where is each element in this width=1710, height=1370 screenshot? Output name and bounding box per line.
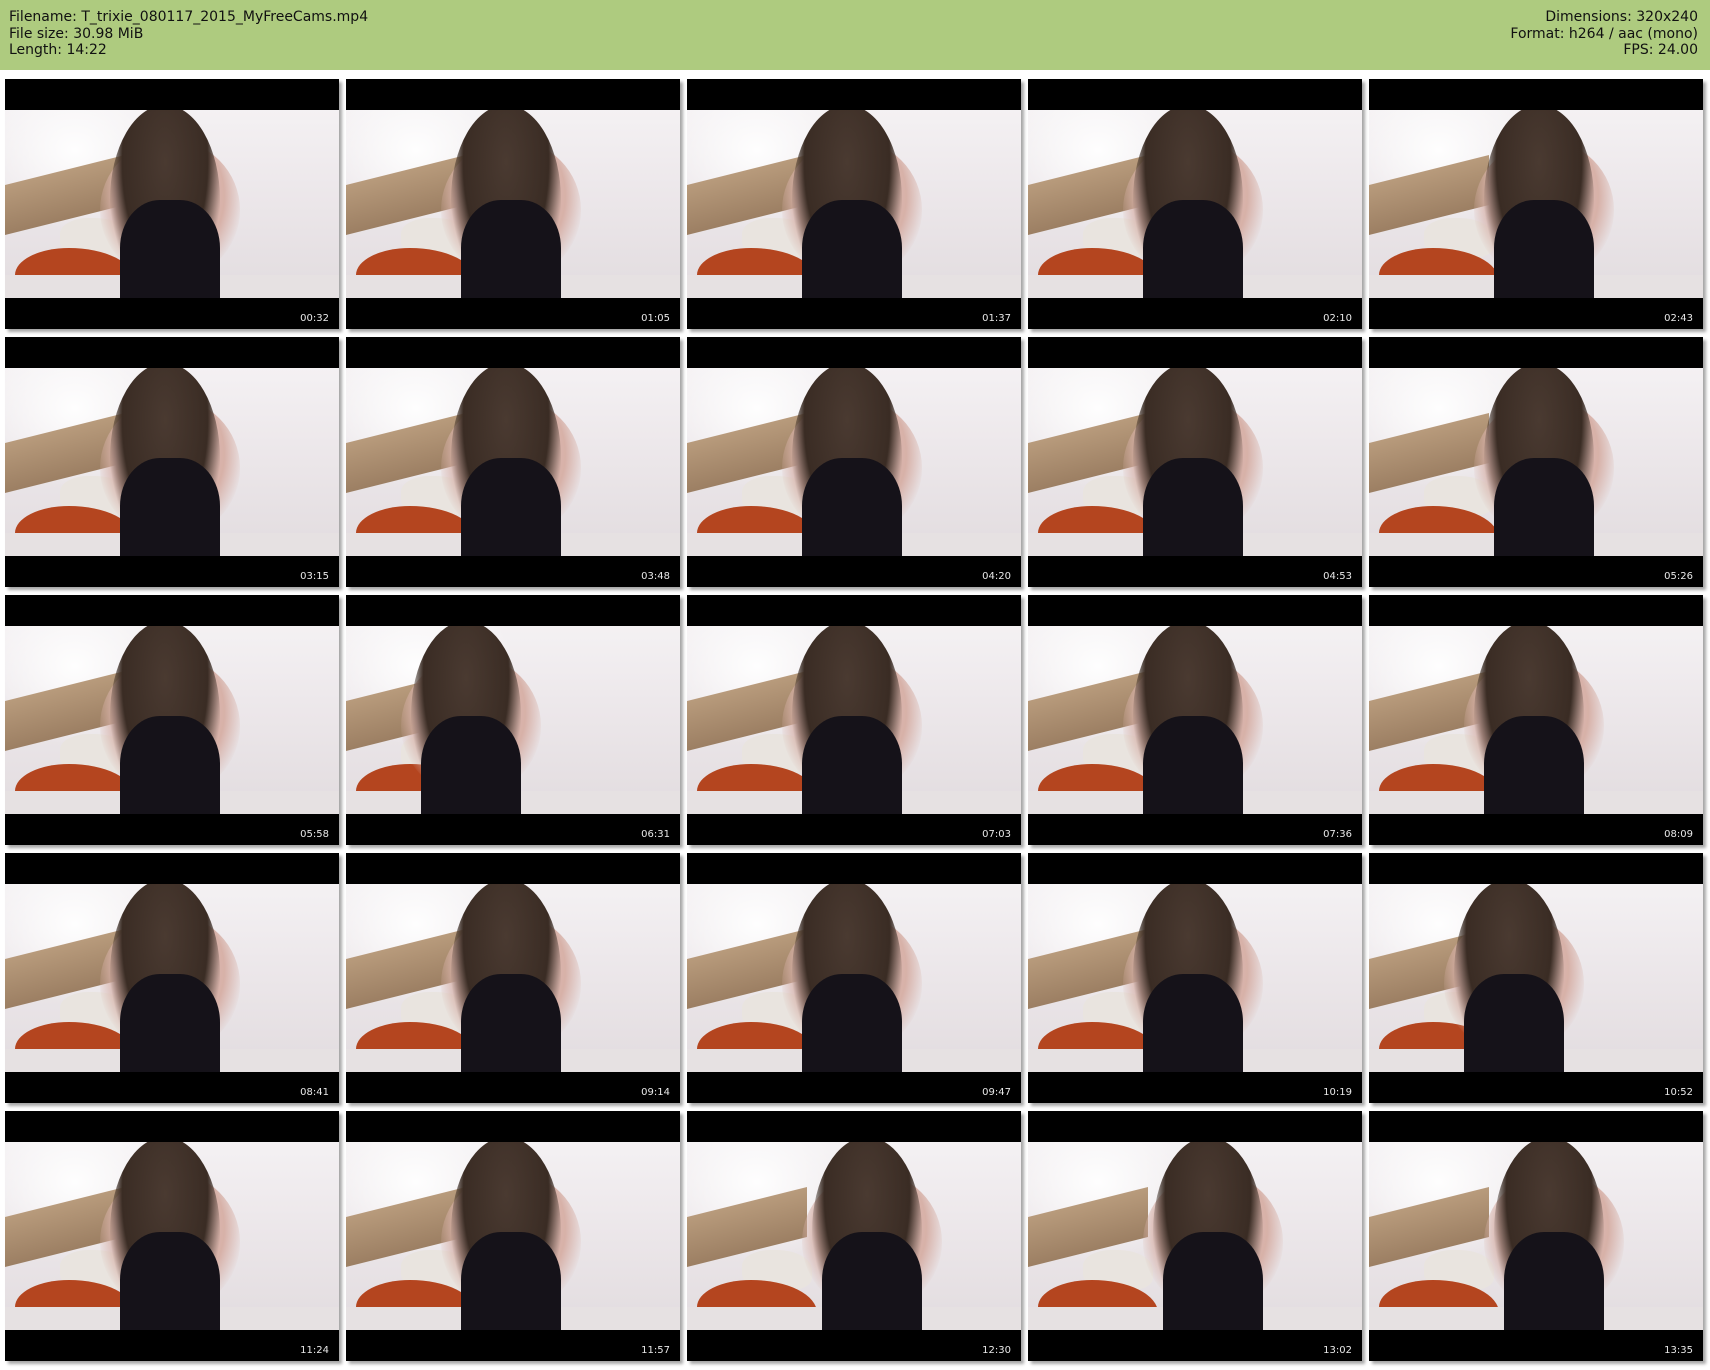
thumbnail-frame-image <box>5 368 339 556</box>
thumbnail-timestamp: 09:47 <box>982 1087 1011 1098</box>
filesize-label: File size: <box>9 25 69 42</box>
thumbnail-frame-image <box>1028 1142 1362 1330</box>
thumbnail-frame-image <box>687 626 1021 814</box>
video-thumbnail[interactable]: 02:10 <box>1028 79 1362 329</box>
thumbnail-timestamp: 09:14 <box>641 1087 670 1098</box>
thumbnail-grid: 00:32 01:05 01:37 02:10 02:43 03:15 03:48 04:20… <box>5 79 1703 1361</box>
info-header: Filename: T_trixie_080117_2015_MyFreeCam… <box>0 0 1710 70</box>
header-right-info: Dimensions: 320x240 Format: h264 / aac (… <box>1510 9 1698 59</box>
fps-row: FPS: 24.00 <box>1510 42 1698 59</box>
thumbnail-frame-image <box>687 368 1021 556</box>
thumbnail-timestamp: 03:15 <box>300 571 329 582</box>
video-thumbnail[interactable]: 00:32 <box>5 79 339 329</box>
thumbnail-timestamp: 00:32 <box>300 313 329 324</box>
video-thumbnail[interactable]: 09:47 <box>687 853 1021 1103</box>
video-thumbnail[interactable]: 01:37 <box>687 79 1021 329</box>
thumbnail-frame-image <box>346 368 680 556</box>
length-value: 14:22 <box>66 42 107 58</box>
thumbnail-timestamp: 06:31 <box>641 829 670 840</box>
thumbnail-timestamp: 05:26 <box>1664 571 1693 582</box>
video-thumbnail[interactable]: 08:09 <box>1369 595 1703 845</box>
filename-value: T_trixie_080117_2015_MyFreeCams.mp4 <box>81 9 369 25</box>
format-label: Format: <box>1510 25 1565 42</box>
thumbnail-timestamp: 13:35 <box>1664 1345 1693 1356</box>
length-row: Length: 14:22 <box>9 42 368 59</box>
thumbnail-frame-image <box>687 110 1021 298</box>
video-thumbnail[interactable]: 08:41 <box>5 853 339 1103</box>
length-label: Length: <box>9 42 63 58</box>
video-thumbnail[interactable]: 12:30 <box>687 1111 1021 1361</box>
video-thumbnail[interactable]: 09:14 <box>346 853 680 1103</box>
video-thumbnail[interactable]: 03:48 <box>346 337 680 587</box>
filesize-value: 30.98 MiB <box>73 25 144 42</box>
thumbnail-frame-image <box>1028 626 1362 814</box>
video-thumbnail[interactable]: 13:02 <box>1028 1111 1362 1361</box>
video-thumbnail[interactable]: 10:52 <box>1369 853 1703 1103</box>
thumbnail-timestamp: 02:43 <box>1664 313 1693 324</box>
thumbnail-frame-image <box>1369 1142 1703 1330</box>
thumbnail-frame-image <box>687 884 1021 1072</box>
fps-label: FPS: <box>1623 42 1654 58</box>
thumbnail-frame-image <box>1028 110 1362 298</box>
dimensions-value: 320x240 <box>1636 9 1698 25</box>
video-thumbnail[interactable]: 13:35 <box>1369 1111 1703 1361</box>
thumbnail-frame-image <box>5 626 339 814</box>
thumbnail-frame-image <box>5 110 339 298</box>
thumbnail-frame-image <box>1369 368 1703 556</box>
video-thumbnail[interactable]: 05:26 <box>1369 337 1703 587</box>
thumbnail-timestamp: 04:20 <box>982 571 1011 582</box>
thumbnail-timestamp: 11:24 <box>300 1345 329 1356</box>
thumbnail-frame-image <box>346 1142 680 1330</box>
thumbnail-frame-image <box>5 1142 339 1330</box>
filesize-row: File size: 30.98 MiB <box>9 26 368 43</box>
thumbnail-timestamp: 12:30 <box>982 1345 1011 1356</box>
thumbnail-frame-image <box>1369 110 1703 298</box>
video-thumbnail[interactable]: 04:20 <box>687 337 1021 587</box>
thumbnail-frame-image <box>5 884 339 1072</box>
thumbnail-timestamp: 08:41 <box>300 1087 329 1098</box>
thumbnail-timestamp: 07:36 <box>1323 829 1352 840</box>
fps-value: 24.00 <box>1657 42 1698 58</box>
dimensions-label: Dimensions: <box>1545 9 1632 25</box>
video-thumbnail[interactable]: 10:19 <box>1028 853 1362 1103</box>
video-thumbnail[interactable]: 11:24 <box>5 1111 339 1361</box>
thumbnail-timestamp: 08:09 <box>1664 829 1693 840</box>
video-thumbnail[interactable]: 01:05 <box>346 79 680 329</box>
thumbnail-frame-image <box>1369 884 1703 1072</box>
thumbnail-timestamp: 11:57 <box>641 1345 670 1356</box>
thumbnail-frame-image <box>1028 884 1362 1072</box>
thumbnail-frame-image <box>346 110 680 298</box>
thumbnail-timestamp: 04:53 <box>1323 571 1352 582</box>
header-left-info: Filename: T_trixie_080117_2015_MyFreeCam… <box>9 9 368 59</box>
video-thumbnail[interactable]: 07:03 <box>687 595 1021 845</box>
thumbnail-timestamp: 01:05 <box>641 313 670 324</box>
thumbnail-timestamp: 05:58 <box>300 829 329 840</box>
filename-row: Filename: T_trixie_080117_2015_MyFreeCam… <box>9 9 368 26</box>
video-thumbnail[interactable]: 02:43 <box>1369 79 1703 329</box>
thumbnail-frame-image <box>1028 368 1362 556</box>
format-value: h264 / aac (mono) <box>1568 25 1698 42</box>
thumbnail-frame-image <box>687 1142 1021 1330</box>
thumbnail-timestamp: 02:10 <box>1323 313 1352 324</box>
thumbnail-timestamp: 03:48 <box>641 571 670 582</box>
thumbnail-frame-image <box>1369 626 1703 814</box>
video-thumbnail[interactable]: 03:15 <box>5 337 339 587</box>
video-thumbnail[interactable]: 06:31 <box>346 595 680 845</box>
thumbnail-timestamp: 10:19 <box>1323 1087 1352 1098</box>
thumbnail-timestamp: 10:52 <box>1664 1087 1693 1098</box>
filename-label: Filename: <box>9 9 77 25</box>
thumbnail-timestamp: 13:02 <box>1323 1345 1352 1356</box>
thumbnail-frame-image <box>346 626 680 814</box>
video-thumbnail[interactable]: 11:57 <box>346 1111 680 1361</box>
format-row: Format: h264 / aac (mono) <box>1510 26 1698 43</box>
dimensions-row: Dimensions: 320x240 <box>1510 9 1698 26</box>
video-thumbnail[interactable]: 05:58 <box>5 595 339 845</box>
video-thumbnail[interactable]: 04:53 <box>1028 337 1362 587</box>
thumbnail-timestamp: 07:03 <box>982 829 1011 840</box>
video-thumbnail[interactable]: 07:36 <box>1028 595 1362 845</box>
thumbnail-timestamp: 01:37 <box>982 313 1011 324</box>
thumbnail-frame-image <box>346 884 680 1072</box>
